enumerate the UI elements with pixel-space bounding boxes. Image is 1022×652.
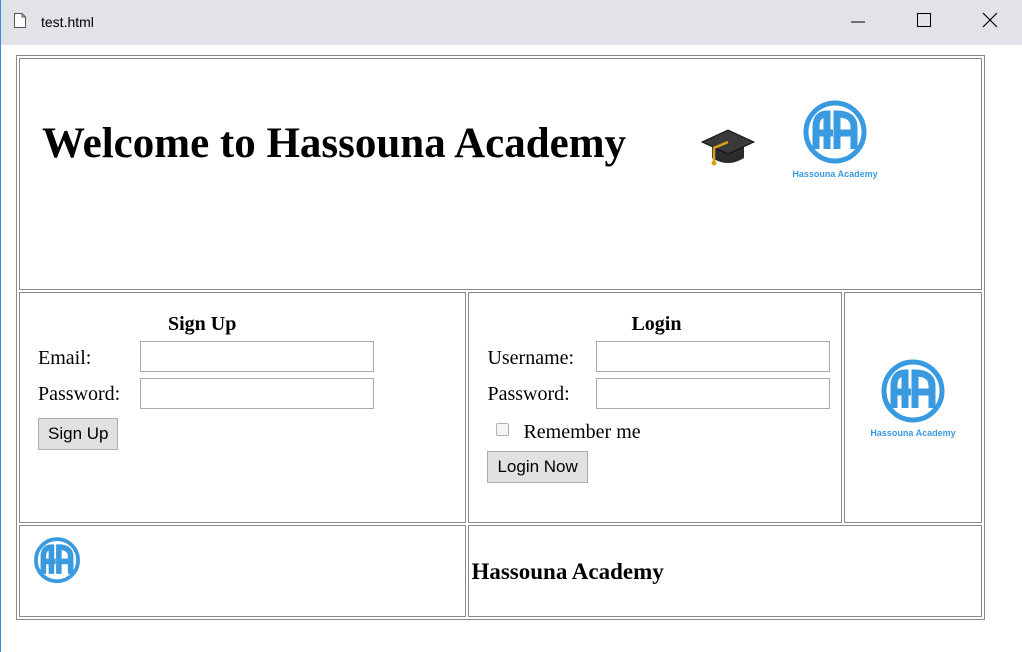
login-title: Login [631,313,682,335]
side-logo-caption: Hassouna Academy [870,428,955,438]
header-cell: Welcome to Hassouna Academy Hassouna Aca… [19,58,982,290]
signup-button[interactable]: Sign Up [38,418,119,450]
login-button[interactable]: Login Now [487,451,588,483]
window-title: test.html [41,14,94,30]
footer-title: Hassouna Academy [471,559,664,584]
email-label: Email: [38,347,92,369]
login-password-field[interactable] [596,378,831,409]
remember-me-label: Remember me [523,421,641,443]
academy-logo-large: Hassouna Academy [785,99,885,189]
browser-window: test.html Welcome to Hassouna Academy Ha… [0,0,1022,652]
academy-logo-small [26,536,88,595]
signup-password-label: Password: [38,383,121,405]
footer-logo-cell [19,525,467,617]
graduation-cap-icon [700,126,756,173]
remember-me-checkbox[interactable] [496,423,510,436]
document-icon [14,13,26,33]
side-logo-cell: Hassouna Academy [843,292,982,523]
footer-title-cell: Hassouna Academy [468,525,982,617]
close-button[interactable] [967,0,1013,45]
title-bar: test.html [1,0,1022,45]
page-content: Welcome to Hassouna Academy Hassouna Aca… [16,55,985,620]
maximize-button[interactable] [901,0,947,45]
close-icon [981,11,999,34]
username-label: Username: [487,347,575,369]
signup-title: Sign Up [168,313,237,335]
email-field[interactable] [140,341,374,372]
logo-caption: Hassouna Academy [792,169,877,179]
academy-logo-side: Hassouna Academy [863,358,963,448]
login-password-label: Password: [487,383,570,405]
layout-table: Welcome to Hassouna Academy Hassouna Aca… [16,55,985,620]
signup-cell: Sign Up Email: Password: Sign Up [19,292,467,523]
signup-password-field[interactable] [140,378,374,409]
login-cell: Login Username: Password: Remember me Lo… [468,292,842,523]
maximize-icon [916,12,932,33]
minimize-button[interactable] [835,0,881,45]
minimize-icon [850,12,866,33]
page-heading: Welcome to Hassouna Academy [42,120,627,167]
username-field[interactable] [596,341,831,372]
